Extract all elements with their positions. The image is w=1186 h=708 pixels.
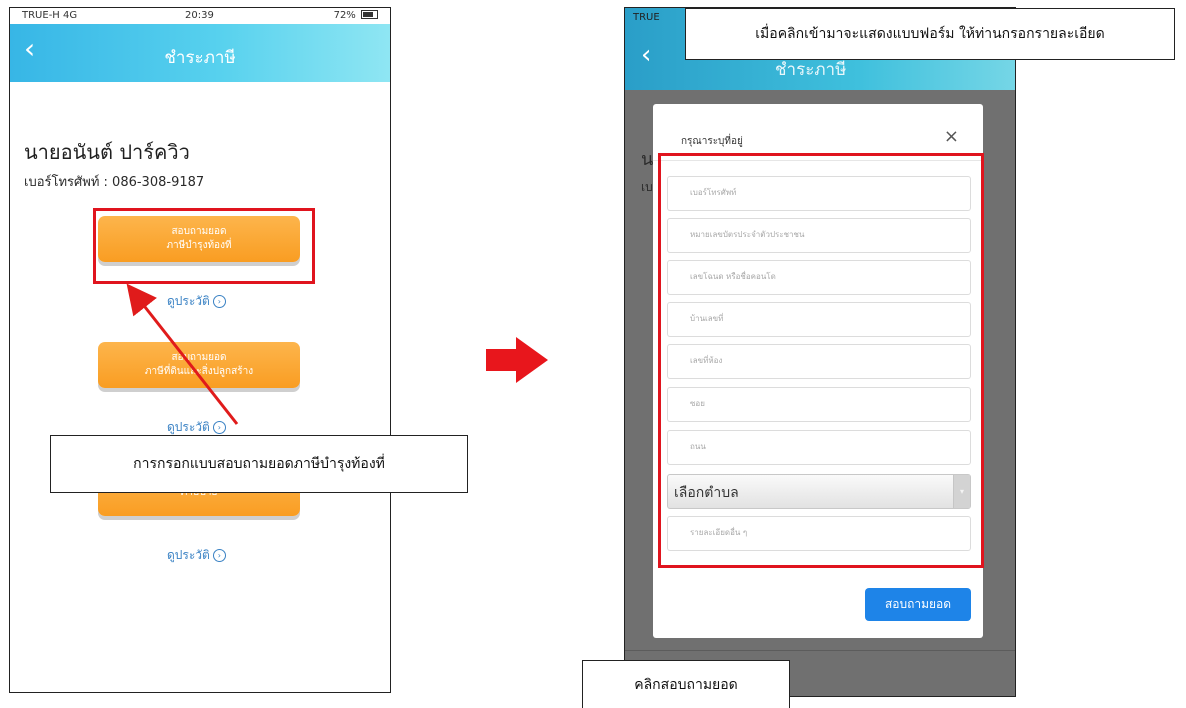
left-red-arrow — [126, 283, 239, 425]
close-icon[interactable]: × — [944, 126, 959, 147]
callout-top-right: เมื่อคลิกเข้ามาจะแสดงแบบฟอร์ม ให้ท่านกรอ… — [685, 8, 1175, 60]
callout-bottom-right: คลิกสอบถามยอด — [582, 660, 790, 708]
divider — [625, 650, 1015, 651]
carrier-label: TRUE — [633, 12, 660, 23]
modal-title: กรุณาระบุที่อยู่ — [681, 136, 743, 147]
big-right-arrow-icon — [486, 337, 548, 383]
inquiry-submit-button[interactable]: สอบถามยอด — [865, 588, 971, 621]
back-chevron-icon[interactable]: ‹ — [641, 40, 651, 70]
covered-user-name: น — [641, 149, 654, 170]
page-title: ชำระภาษี — [775, 60, 847, 80]
covered-phone: เบ — [641, 180, 653, 194]
highlight-box-form — [658, 153, 984, 568]
